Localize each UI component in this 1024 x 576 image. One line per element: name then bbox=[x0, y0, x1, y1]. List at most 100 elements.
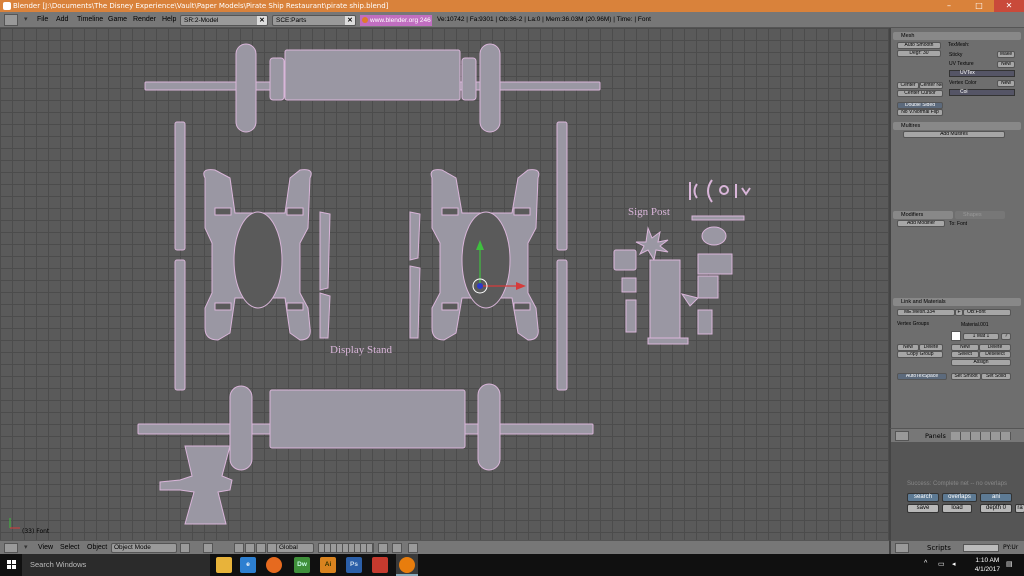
copy-group-button[interactable]: Copy Group bbox=[897, 351, 943, 358]
scripts-editor-icon[interactable] bbox=[895, 543, 909, 553]
lock-layer-icon[interactable] bbox=[378, 543, 388, 553]
viewport-collapse-icon[interactable]: ▾ bbox=[24, 541, 28, 555]
viewport-header: ▾ View Select Object Object Mode Global bbox=[0, 540, 889, 554]
hand-pan-icon[interactable] bbox=[234, 543, 244, 553]
context-buttons[interactable] bbox=[951, 432, 1011, 440]
material-deselect-button[interactable]: Deselect bbox=[979, 351, 1011, 358]
material-delete-button[interactable]: Delete bbox=[979, 344, 1011, 351]
script-nav-buttons[interactable] bbox=[963, 544, 999, 552]
material-new-button[interactable]: New bbox=[951, 344, 979, 351]
load-button[interactable]: load bbox=[942, 504, 972, 513]
menu-timeline[interactable]: Timeline bbox=[77, 12, 103, 28]
save-button[interactable]: save bbox=[907, 504, 939, 513]
scene-selector[interactable]: SCE:Parts ✕ bbox=[272, 15, 356, 26]
bottom-hub-plate bbox=[269, 389, 466, 449]
acrobat-icon[interactable] bbox=[372, 557, 388, 573]
3d-viewport[interactable]: Display Stand Sign Post (33) Font bbox=[0, 28, 889, 540]
search-button[interactable]: search bbox=[907, 493, 939, 502]
scripts-menu[interactable]: Scripts bbox=[927, 541, 951, 555]
photoshop-icon[interactable]: Ps bbox=[346, 557, 362, 573]
menu-game[interactable]: Game bbox=[108, 12, 127, 28]
vc-layer-field[interactable]: Col bbox=[949, 89, 1015, 96]
material-color-swatch[interactable] bbox=[951, 331, 961, 341]
mesh-panel-header[interactable]: Mesh bbox=[893, 32, 1021, 40]
taskbar-search[interactable]: Search Windows bbox=[22, 554, 210, 576]
minimize-button[interactable]: – bbox=[934, 0, 964, 12]
viewport-editor-icon[interactable] bbox=[4, 543, 18, 553]
volume-icon[interactable]: ◂ bbox=[952, 560, 956, 568]
uv-layer-field[interactable]: UVTex bbox=[949, 70, 1015, 77]
material-slot-field[interactable]: 1 Mat 1 bbox=[963, 333, 999, 340]
mesh-datablock-field[interactable]: ME:Mesh.334 bbox=[897, 309, 955, 316]
material-select-button[interactable]: Select bbox=[951, 351, 979, 358]
screen-selector[interactable]: SR:2-Model ✕ bbox=[180, 15, 268, 26]
screen-delete-icon[interactable]: ✕ bbox=[257, 16, 267, 25]
object-name-field[interactable]: OB:Font bbox=[963, 309, 1011, 316]
modifiers-panel-tab[interactable]: Modifiers bbox=[893, 211, 953, 219]
illustrator-icon[interactable]: Ai bbox=[320, 557, 336, 573]
ra-button[interactable]: ra bbox=[1015, 504, 1024, 513]
dreamweaver-icon[interactable]: Dw bbox=[294, 557, 310, 573]
pivot-icon[interactable] bbox=[245, 543, 255, 553]
fake-user-button[interactable]: F bbox=[955, 309, 963, 316]
manipulator-icon[interactable] bbox=[256, 543, 266, 553]
autotexspace-toggle[interactable]: AutoTexSpace bbox=[897, 373, 947, 380]
file-explorer-icon[interactable] bbox=[216, 557, 232, 573]
menu-view[interactable]: View bbox=[38, 541, 53, 555]
double-sided-toggle[interactable]: Double Sided bbox=[897, 102, 943, 109]
notifications-icon[interactable]: ▤ bbox=[1006, 560, 1013, 568]
menu-render[interactable]: Render bbox=[133, 12, 156, 28]
vgroup-delete-button[interactable]: Delete bbox=[919, 344, 943, 351]
no-normal-flip-toggle[interactable]: No V.Normal Flip bbox=[897, 109, 943, 116]
depth-field[interactable]: depth 0 bbox=[980, 504, 1012, 513]
center-button[interactable]: Center bbox=[897, 82, 919, 89]
shading-icon[interactable] bbox=[203, 543, 213, 553]
degr-field[interactable]: Degr: 30 bbox=[897, 50, 941, 57]
menu-add[interactable]: Add bbox=[56, 12, 68, 28]
ogl-render-icon[interactable] bbox=[408, 543, 418, 553]
set-solid-button[interactable]: Set Solid bbox=[981, 373, 1011, 380]
orientation-selector[interactable]: Global bbox=[276, 543, 314, 553]
sticky-make-button[interactable]: Make bbox=[997, 51, 1015, 58]
menu-select[interactable]: Select bbox=[60, 541, 79, 555]
tray-chevron-icon[interactable]: ^ bbox=[924, 560, 927, 567]
taskbar-clock[interactable]: 1:10 AM 4/1/2017 bbox=[975, 556, 1000, 574]
add-multires-button[interactable]: Add Multires bbox=[903, 131, 1005, 138]
center-cursor-button[interactable]: Center Cursor bbox=[897, 90, 943, 97]
add-modifier-button[interactable]: Add Modifier bbox=[897, 220, 945, 227]
buttons-editor-icon[interactable] bbox=[895, 431, 909, 441]
panels-label[interactable]: Panels bbox=[925, 429, 946, 443]
menu-object[interactable]: Object bbox=[87, 541, 107, 555]
menu-help[interactable]: Help bbox=[162, 12, 176, 28]
vgroup-new-button[interactable]: New bbox=[897, 344, 919, 351]
maximize-button[interactable]: □ bbox=[964, 0, 994, 12]
uv-new-button[interactable]: New bbox=[997, 61, 1015, 68]
editor-type-icon[interactable] bbox=[4, 14, 18, 26]
center-new-button[interactable]: Center New bbox=[919, 82, 943, 89]
link-materials-panel-header[interactable]: Link and Materials bbox=[893, 298, 1021, 306]
layer-buttons[interactable] bbox=[318, 543, 374, 553]
material-help-button[interactable]: ? bbox=[1001, 333, 1011, 340]
shapes-panel-tab[interactable]: Shapes bbox=[955, 211, 1005, 219]
menu-file[interactable]: File bbox=[37, 12, 48, 28]
blender-icon[interactable] bbox=[399, 557, 415, 573]
auto-smooth-button[interactable]: Auto Smooth bbox=[897, 42, 941, 49]
firefox-icon[interactable] bbox=[266, 557, 282, 573]
render-preview-icon[interactable] bbox=[392, 543, 402, 553]
edge-icon[interactable]: e bbox=[240, 557, 256, 573]
start-button[interactable] bbox=[0, 554, 22, 576]
blender-url-link[interactable]: www.blender.org 246 bbox=[360, 15, 432, 26]
vc-new-button[interactable]: New bbox=[997, 80, 1015, 87]
close-button[interactable]: ✕ bbox=[994, 0, 1024, 12]
multires-panel-header[interactable]: Multires bbox=[893, 122, 1021, 130]
mode-selector[interactable]: Object Mode bbox=[111, 543, 177, 553]
python-script-field[interactable]: PY:Ur bbox=[1003, 541, 1018, 555]
network-icon[interactable]: ▭ bbox=[938, 560, 945, 568]
draw-type-icon[interactable] bbox=[180, 543, 190, 553]
material-assign-button[interactable]: Assign bbox=[951, 359, 1011, 366]
ani-button[interactable]: ani bbox=[980, 493, 1012, 502]
set-smooth-button[interactable]: Set Smoot bbox=[951, 373, 981, 380]
scene-delete-icon[interactable]: ✕ bbox=[345, 16, 355, 25]
overlaps-button[interactable]: overlaps bbox=[942, 493, 977, 502]
menu-collapse-icon[interactable]: ▾ bbox=[24, 12, 28, 28]
